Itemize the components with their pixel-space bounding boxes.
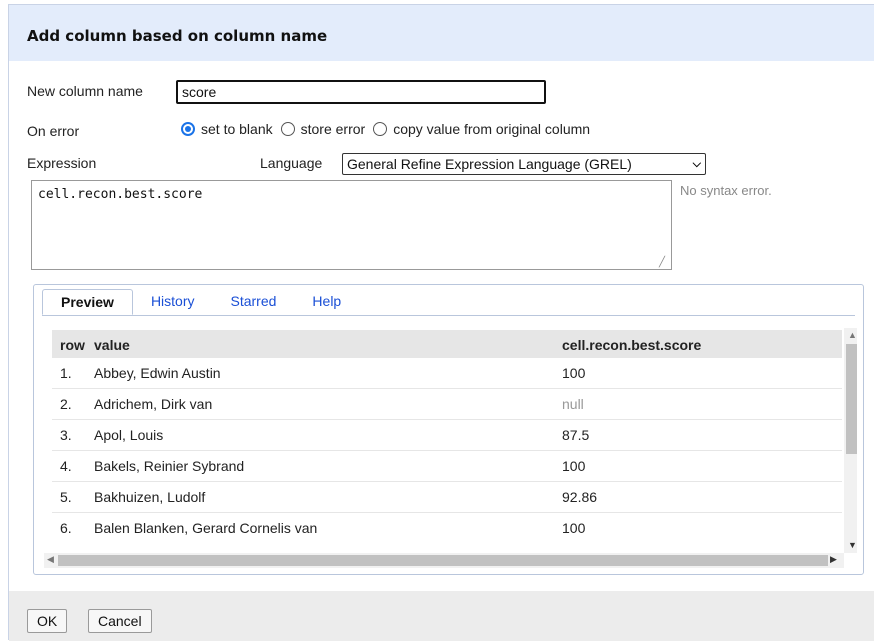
row-number: 3. [60,427,72,443]
syntax-status: No syntax error. [680,183,772,198]
table-row: 4. Bakels, Reinier Sybrand 100 [52,451,842,482]
dialog-title-bar: Add column based on column name [9,5,874,61]
row-value: Adrichem, Dirk van [94,396,213,412]
scroll-left-icon[interactable]: ◀ [47,554,54,565]
table-row: 6. Balen Blanken, Gerard Cornelis van 10… [52,513,842,544]
tab-history[interactable]: History [133,289,213,315]
row-value: Balen Blanken, Gerard Cornelis van [94,520,318,536]
row-number: 2. [60,396,72,412]
table-row: 2. Adrichem, Dirk van null [52,389,842,420]
ok-button[interactable]: OK [27,609,68,633]
table-row: 1. Abbey, Edwin Austin 100 [52,358,842,389]
dialog-footer: OK Cancel [9,591,874,641]
tab-strip: Preview History Starred Help [42,289,359,315]
vertical-scrollbar[interactable]: ▲ ▼ [844,328,857,553]
new-column-name-input[interactable] [176,80,546,104]
row-result: 100 [562,520,586,536]
row-result: 87.5 [562,427,590,443]
add-column-dialog: Add column based on column name New colu… [8,4,874,641]
language-label: Language [260,155,323,171]
table-row: 5. Bakhuizen, Ludolf 92.86 [52,482,842,513]
column-header-value: value [94,337,130,353]
expression-label: Expression [27,155,97,171]
scroll-right-icon[interactable]: ▶ [830,554,837,565]
horizontal-scroll-thumb[interactable] [58,555,828,566]
column-header-expression: cell.recon.best.score [562,337,702,353]
row-value: Bakhuizen, Ludolf [94,489,206,505]
row-value: Abbey, Edwin Austin [94,365,221,381]
table-row: 3. Apol, Louis 87.5 [52,420,842,451]
language-select[interactable]: General Refine Expression Language (GREL… [342,153,706,175]
row-value: Apol, Louis [94,427,164,443]
row-result: null [562,396,584,412]
row-number: 5. [60,489,72,505]
dialog-title: Add column based on column name [27,27,328,45]
row-number: 4. [60,458,72,474]
radio-copy-value[interactable] [373,122,388,136]
cancel-button[interactable]: Cancel [88,609,152,633]
row-result: 92.86 [562,489,598,505]
tab-preview[interactable]: Preview [42,289,133,315]
radio-store-error[interactable] [280,122,295,136]
tab-divider [42,315,855,316]
scroll-down-icon[interactable]: ▼ [848,540,857,550]
row-number: 1. [60,365,72,381]
row-value: Bakels, Reinier Sybrand [94,458,245,474]
radio-store-error-label[interactable]: store error [301,121,366,137]
radio-copy-value-label[interactable]: copy value from original column [393,121,590,137]
scroll-up-icon[interactable]: ▲ [848,330,857,340]
radio-set-to-blank[interactable] [181,122,195,136]
horizontal-scrollbar[interactable]: ◀ ▶ [44,553,844,568]
tab-help[interactable]: Help [294,289,359,315]
expression-textarea[interactable]: cell.recon.best.score [31,180,672,270]
table-header: row value cell.recon.best.score [52,330,842,358]
on-error-radio-group: set to blank store error copy value from… [181,121,598,137]
column-header-row: row [60,337,85,353]
preview-tabs-panel: Preview History Starred Help row value c… [33,284,864,575]
new-column-label: New column name [27,83,143,99]
vertical-scroll-thumb[interactable] [846,344,857,454]
row-result: 100 [562,365,586,381]
row-number: 6. [60,520,72,536]
radio-set-to-blank-label[interactable]: set to blank [201,121,273,137]
preview-table: row value cell.recon.best.score 1. Abbey… [44,328,857,570]
language-select-value: General Refine Expression Language (GREL… [347,156,632,172]
resize-grip-icon[interactable]: ╱ [659,257,669,268]
row-result: 100 [562,458,586,474]
chevron-down-icon: ⌵ [692,157,701,170]
tab-starred[interactable]: Starred [213,289,295,315]
on-error-label: On error [27,123,80,139]
